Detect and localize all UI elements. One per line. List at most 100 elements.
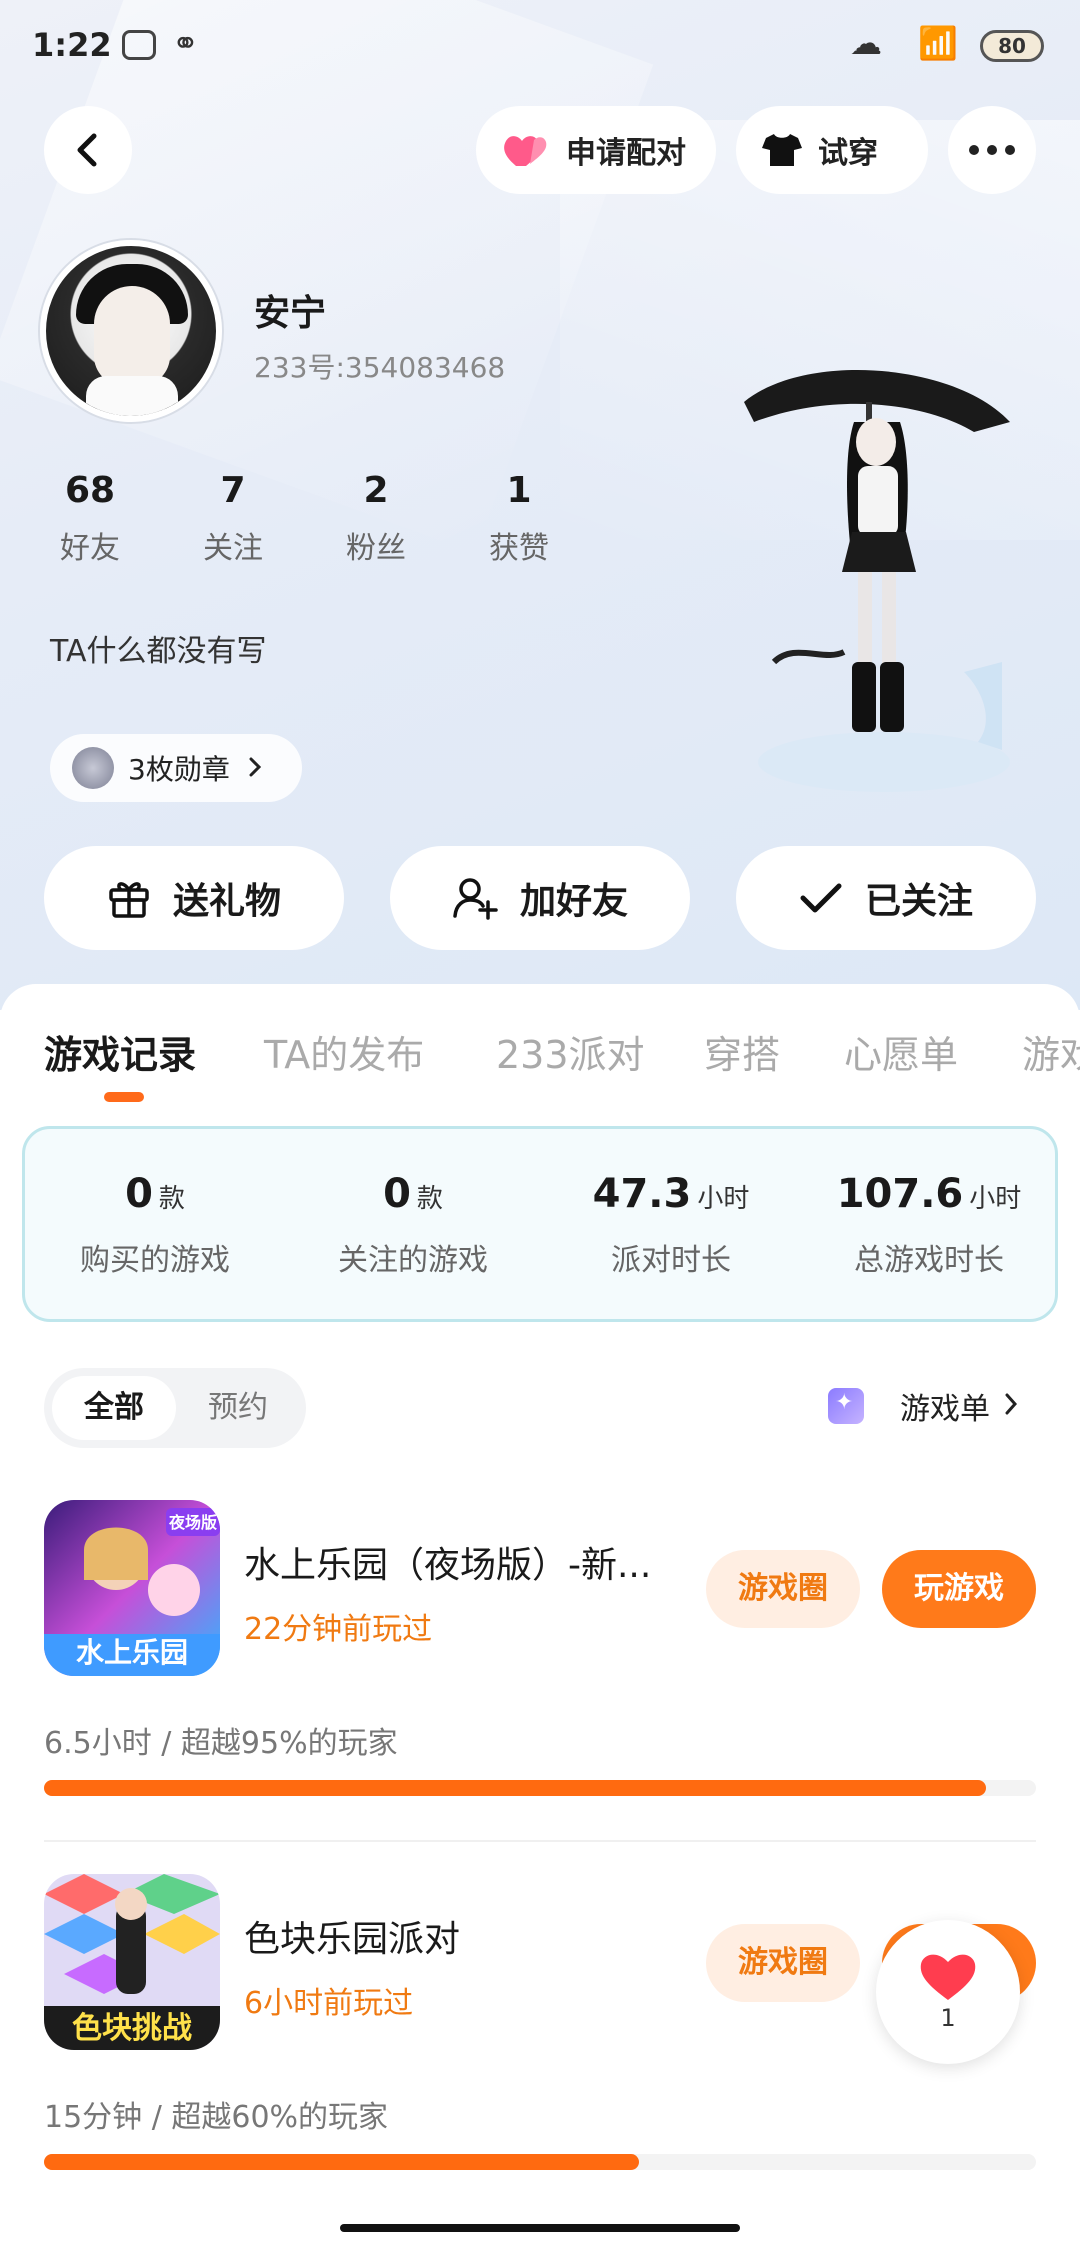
stat-purchased-games: 0款 购买的游戏 [25,1171,285,1279]
tab-game-records[interactable]: 游戏记录 [44,1024,196,1079]
game-icon-text: 色块挑战 [72,2011,192,2046]
game-icon-tag: 夜场版 [168,1513,217,1532]
game-circle-button[interactable]: 游戏圈 [706,1550,860,1628]
status-time: 1:22 [32,26,112,64]
divider [44,1840,1036,1842]
game-title[interactable]: 水上乐园（夜场版）-新... [244,1536,684,1588]
last-played: 6小时前玩过 [244,1986,414,2021]
stat-party-duration: 47.3 小时 派对时长 [541,1171,801,1279]
stat-value: 7 [220,470,246,511]
medal-label: 3枚勋章 [128,753,230,786]
stat-value: 107.6 [836,1171,964,1217]
game-stats-card: 0款 购买的游戏 0款 关注的游戏 47.3 小时 派对时长 107.6 小时 总游… [22,1126,1058,1322]
stat-label: 购买的游戏 [80,1243,230,1278]
stat-value: 1 [506,470,532,511]
stat-label: 关注 [203,531,263,566]
try-on-label: 试穿 [818,136,878,171]
character-figure-icon [744,369,1010,792]
stat-label: 好友 [60,531,120,566]
play-progress-track [44,1780,1036,1796]
like-button[interactable]: 1 [876,1920,1020,2064]
game-title[interactable]: 色块乐园派对 [244,1910,684,1962]
followed-button[interactable]: 已关注 [736,846,1036,950]
avatar-character[interactable] [734,362,1010,806]
stat-unit: 款 [158,1184,185,1214]
game-icon-color-block[interactable]: 色块挑战 [44,1874,220,2050]
heart-icon [500,130,552,170]
filter-reserve[interactable]: 预约 [176,1376,300,1440]
stat-value: 47.3 [592,1171,692,1217]
more-button[interactable] [948,106,1036,194]
stat-followed-games: 0款 关注的游戏 [283,1171,543,1279]
game-list-link[interactable]: 游戏单 [828,1384,1018,1428]
stat-label: 获赞 [489,531,549,566]
tab-posts[interactable]: TA的发布 [264,1024,424,1079]
tab-party[interactable]: 233派对 [496,1024,645,1079]
play-progress-fill [44,2154,640,2170]
stat-unit: 款 [416,1184,443,1214]
back-button[interactable] [44,106,132,194]
stat-unit: 小时 [697,1184,750,1214]
notification-icon [122,30,156,60]
stat-value: 0 [125,1171,153,1217]
tab-wishlist[interactable]: 心愿单 [844,1024,958,1079]
stat-fans[interactable]: 2 粉丝 [316,470,436,567]
send-gift-button[interactable]: 送礼物 [44,846,344,950]
like-count: 1 [940,2004,956,2032]
stat-label: 派对时长 [611,1243,731,1278]
user-id: 233号:354083468 [254,351,506,384]
filter-all[interactable]: 全部 [52,1376,176,1440]
play-stat: 15分钟 / 超越60%的玩家 [44,2100,389,2135]
stat-value: 0 [383,1171,411,1217]
play-stat: 6.5小时 / 超越95%的玩家 [44,1726,398,1761]
medal-icon [72,747,114,789]
check-icon [799,880,843,916]
stat-likes[interactable]: 1 获赞 [459,470,579,567]
tab-games[interactable]: 游戏 [1022,1024,1080,1079]
stat-total-duration: 107.6 小时 总游戏时长 [799,1171,1059,1279]
game-icon-water-park[interactable]: 水上乐园 夜场版 [44,1500,220,1676]
tab-outfits[interactable]: 穿搭 [704,1024,780,1079]
sparkle-icon [828,1388,864,1424]
record-filter: 全部 预约 [44,1368,306,1448]
medal-button[interactable]: 3枚勋章 [50,734,302,802]
play-game-button[interactable]: 玩游戏 [882,1550,1036,1628]
chevron-right-icon [1004,1389,1018,1424]
chevron-right-icon [248,752,262,785]
username: 安宁 [254,293,327,334]
add-user-icon [452,876,498,920]
game-list-label: 游戏单 [900,1392,990,1427]
stat-value: 68 [64,470,116,511]
play-progress-fill [44,1780,987,1796]
stat-following[interactable]: 7 关注 [173,470,293,567]
stat-label: 总游戏时长 [854,1243,1004,1278]
stat-friends[interactable]: 68 好友 [30,470,150,567]
bike-icon: ⚭ [172,24,199,62]
last-played: 22分钟前玩过 [244,1612,433,1647]
stat-label: 粉丝 [346,531,406,566]
profile-tabs: 游戏记录 TA的发布 233派对 穿搭 心愿单 游戏 [0,1004,1080,1104]
apply-pair-button[interactable]: 申请配对 [476,106,716,194]
try-on-button[interactable]: 试穿 [736,106,928,194]
send-gift-label: 送礼物 [172,881,281,922]
play-progress-track [44,2154,1036,2170]
tab-indicator [104,1092,144,1102]
tshirt-icon [760,130,804,170]
gift-icon [107,876,151,920]
avatar[interactable] [40,240,222,422]
cloud-icon: ☁ [850,24,882,62]
apply-pair-label: 申请配对 [566,136,686,171]
heart-icon [876,1948,1020,2008]
game-circle-button[interactable]: 游戏圈 [706,1924,860,2002]
followed-label: 已关注 [864,881,973,922]
chevron-left-icon [77,133,97,167]
add-friend-button[interactable]: 加好友 [390,846,690,950]
game-icon-text: 水上乐园 [76,1636,188,1669]
stat-label: 关注的游戏 [338,1243,488,1278]
stat-value: 2 [363,470,389,511]
battery-indicator: 80 [980,30,1044,62]
home-indicator[interactable] [340,2224,740,2232]
avatar-face [94,286,170,386]
stat-unit: 小时 [969,1184,1022,1214]
more-icon [969,145,1015,155]
